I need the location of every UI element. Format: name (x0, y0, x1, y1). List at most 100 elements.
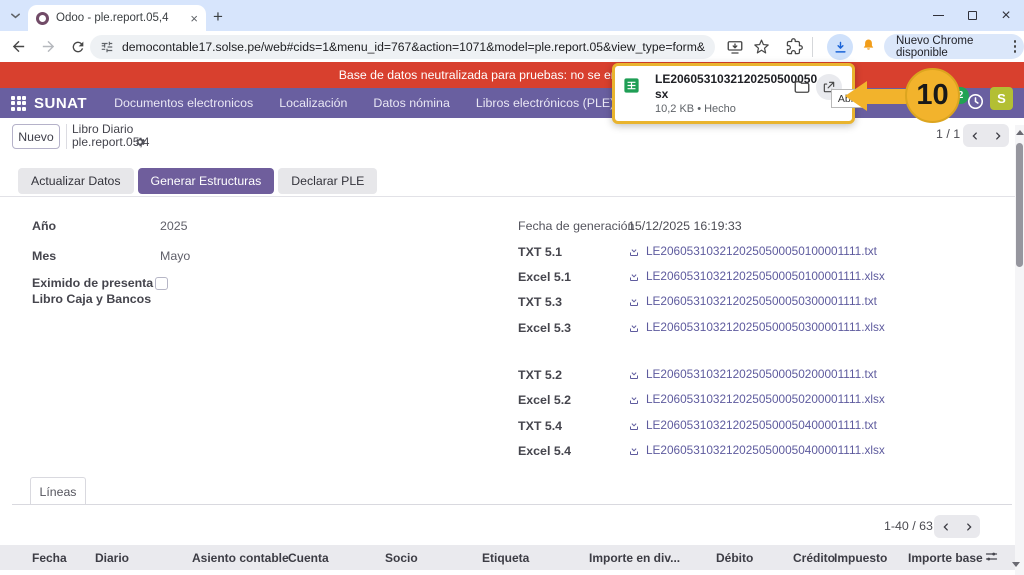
file-label: TXT 5.4 (518, 419, 563, 433)
download-file-icon (630, 369, 638, 379)
scroll-up-icon[interactable] (1016, 130, 1024, 135)
neutralized-banner: Base de datos neutralizada para pruebas:… (0, 62, 1024, 88)
pager-next-button[interactable] (986, 124, 1009, 147)
site-settings-icon[interactable] (100, 40, 114, 54)
user-avatar[interactable]: S (990, 87, 1013, 110)
excel-file-icon (622, 76, 641, 95)
url-bar[interactable]: democontable17.solse.pe/web#cids=1&menu_… (90, 35, 715, 59)
file-link[interactable]: LE2060531032120250500050300001111.xlsx (628, 320, 885, 334)
exempt-label-line1: Eximido de presenta (32, 276, 154, 290)
annotation-arrow (866, 89, 906, 104)
notification-bell-icon[interactable] (860, 37, 877, 54)
lines-pager-prev-button[interactable] (934, 515, 957, 538)
annotation-arrow-head (845, 81, 867, 111)
back-icon[interactable] (10, 38, 27, 55)
table-first-row-sliver (0, 570, 1016, 575)
nav-item-documentos-electronicos[interactable]: Documentos electronicos (101, 88, 266, 118)
col-header-importe-div[interactable]: Importe en div... (589, 551, 680, 565)
new-chrome-button[interactable]: Nuevo Chrome disponible (884, 34, 1024, 59)
file-link[interactable]: LE2060531032120250500050400001111.xlsx (628, 443, 885, 457)
download-file-icon (630, 445, 638, 455)
exempt-checkbox[interactable] (155, 277, 168, 290)
month-label: Mes (32, 249, 57, 263)
downloads-icon[interactable] (827, 34, 853, 60)
bookmark-star-icon[interactable] (753, 38, 770, 55)
nav-brand[interactable]: SUNAT (26, 95, 101, 112)
show-in-folder-icon[interactable] (793, 78, 811, 96)
month-value[interactable]: Mayo (160, 249, 190, 263)
settings-gear-icon[interactable] (134, 136, 146, 148)
forward-icon[interactable] (40, 38, 57, 55)
notebook-rule (12, 504, 1012, 505)
declarar-ple-button[interactable]: Declarar PLE (278, 168, 378, 194)
actualizar-datos-button[interactable]: Actualizar Datos (18, 168, 134, 194)
save-page-icon[interactable] (726, 38, 744, 56)
odoo-favicon (36, 11, 49, 25)
file-label: Excel 5.1 (518, 270, 572, 284)
download-file-icon (630, 322, 638, 332)
lines-pager-count: 1-40 / 63 (884, 519, 933, 533)
download-file-icon (630, 271, 638, 281)
col-header-socio[interactable]: Socio (385, 551, 418, 565)
file-label: Excel 5.3 (518, 321, 572, 335)
tab-search-chevron-icon[interactable] (8, 8, 23, 23)
file-link[interactable]: LE2060531032120250500050200001111.txt (628, 367, 877, 381)
file-link[interactable]: LE2060531032120250500050100001111.txt (628, 244, 877, 258)
download-filename-line2: sx (655, 87, 669, 101)
generation-date-value: 15/12/2025 16:19:33 (628, 219, 742, 233)
file-label: TXT 5.2 (518, 368, 563, 382)
adjust-columns-icon[interactable] (984, 549, 999, 564)
file-label: Excel 5.4 (518, 444, 572, 458)
annotation-step-badge: 10 (905, 68, 960, 123)
col-header-etiqueta[interactable]: Etiqueta (482, 551, 529, 565)
lines-pager (934, 515, 980, 538)
browser-tab[interactable]: Odoo - ple.report.05,4 × (28, 5, 206, 31)
kebab-menu-icon[interactable] (1013, 45, 1016, 48)
download-file-icon (630, 296, 638, 306)
download-file-icon (630, 420, 638, 430)
file-link[interactable]: LE2060531032120250500050100001111.xlsx (628, 269, 885, 283)
file-link[interactable]: LE2060531032120250500050400001111.txt (628, 418, 877, 432)
pager-prev-button[interactable] (963, 124, 986, 147)
nav-item-libros-ple[interactable]: Libros electrónicos (PLE) (463, 88, 627, 118)
col-header-importe-base[interactable]: Importe base (908, 551, 983, 565)
col-header-debito[interactable]: Débito (716, 551, 753, 565)
tab-close-icon[interactable]: × (190, 12, 198, 25)
new-tab-button[interactable]: + (213, 7, 223, 27)
apps-grid-icon[interactable] (11, 95, 26, 111)
activity-clock-icon[interactable] (966, 92, 985, 111)
col-header-asiento-contable[interactable]: Asiento contable (192, 551, 289, 565)
window-close-button[interactable]: × (989, 0, 1023, 31)
year-value[interactable]: 2025 (160, 219, 188, 233)
window-minimize-button[interactable] (921, 0, 955, 31)
col-header-credito[interactable]: Crédito (793, 551, 835, 565)
window-maximize-button[interactable] (955, 0, 989, 31)
tab-lineas[interactable]: Líneas (30, 477, 86, 505)
col-header-diario[interactable]: Diario (95, 551, 129, 565)
file-name: LE2060531032120250500050400001111.txt (646, 418, 877, 432)
reload-icon[interactable] (70, 39, 86, 55)
year-label: Año (32, 219, 57, 233)
file-label: Excel 5.2 (518, 393, 572, 407)
col-header-impuesto[interactable]: Impuesto (834, 551, 887, 565)
col-header-fecha[interactable]: Fecha (32, 551, 67, 565)
file-link[interactable]: LE2060531032120250500050200001111.xlsx (628, 392, 885, 406)
file-name: LE2060531032120250500050100001111.txt (646, 244, 877, 258)
statusbar-buttons: Actualizar Datos Generar Estructuras Dec… (18, 168, 378, 194)
nav-item-datos-nomina[interactable]: Datos nómina (360, 88, 462, 118)
generar-estructuras-button[interactable]: Generar Estructuras (137, 168, 275, 194)
file-name: LE2060531032120250500050200001111.xlsx (646, 392, 885, 406)
form-pager (963, 124, 1009, 147)
lines-pager-next-button[interactable] (957, 515, 980, 538)
file-name: LE2060531032120250500050200001111.txt (646, 367, 877, 381)
file-link[interactable]: LE2060531032120250500050300001111.txt (628, 294, 877, 308)
download-file-icon (630, 394, 638, 404)
scroll-down-icon[interactable] (1012, 562, 1020, 567)
extensions-icon[interactable] (786, 38, 803, 55)
scrollbar-thumb[interactable] (1016, 143, 1023, 267)
col-header-cuenta[interactable]: Cuenta (288, 551, 329, 565)
new-record-button[interactable]: Nuevo (12, 124, 60, 149)
download-meta: 10,2 KB • Hecho (655, 103, 736, 115)
file-name: LE2060531032120250500050400001111.xlsx (646, 443, 885, 457)
nav-item-localizacion[interactable]: Localización (266, 88, 360, 118)
